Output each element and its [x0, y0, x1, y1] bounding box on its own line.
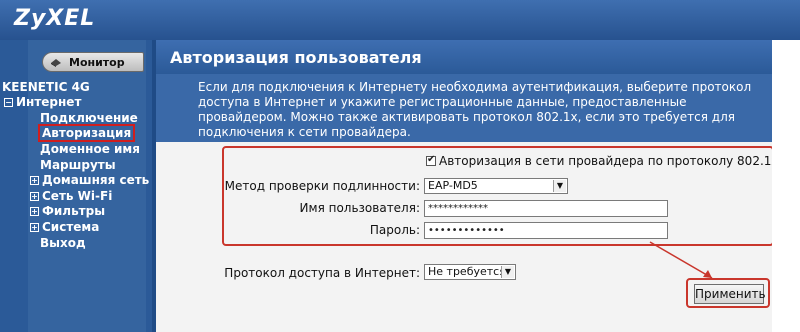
- sidebar-item-authorization[interactable]: Авторизация: [37, 124, 136, 142]
- device-name: KEENETIC 4G: [2, 80, 90, 94]
- collapse-icon: −: [4, 98, 13, 107]
- sidebar-item-label: Авторизация: [42, 126, 132, 140]
- sidebar-item-label: Интернет: [16, 95, 82, 109]
- right-margin: [772, 40, 800, 332]
- sidebar-item-label: Сеть Wi-Fi: [42, 189, 113, 203]
- brand-logo: ZyXEL: [14, 6, 96, 31]
- sidebar-item-label: Система: [42, 220, 100, 234]
- page-description: Если для подключения к Интернету необход…: [198, 80, 752, 139]
- sidebar-item-label: Выход: [40, 236, 86, 250]
- apply-button[interactable]: Применить: [694, 284, 766, 304]
- sidebar-item-system[interactable]: + Система: [30, 220, 99, 234]
- sidebar-item-label: Маршруты: [40, 158, 116, 172]
- sidebar-item-label: Подключение: [40, 111, 138, 125]
- page-title: Авторизация пользователя: [170, 48, 422, 67]
- expand-icon: +: [30, 207, 39, 216]
- sidebar-item-domain-name[interactable]: Доменное имя: [40, 142, 140, 156]
- sidebar-item-label: Доменное имя: [40, 142, 140, 156]
- sidebar-item-wifi[interactable]: + Сеть Wi-Fi: [30, 189, 112, 203]
- sidebar-item-home-network[interactable]: + Домашняя сеть: [30, 173, 149, 187]
- expand-icon: +: [30, 223, 39, 232]
- sidebar-item-routes[interactable]: Маршруты: [40, 158, 116, 172]
- expand-icon: +: [30, 192, 39, 201]
- sidebar-item-filters[interactable]: + Фильтры: [30, 204, 105, 218]
- top-bar: ZyXEL: [0, 0, 800, 40]
- monitor-label: Монитор: [69, 55, 125, 69]
- expand-icon: +: [30, 176, 39, 185]
- sidebar-item-logout[interactable]: Выход: [40, 236, 86, 250]
- sidebar: Монитор KEENETIC 4G − Интернет Подключени…: [0, 40, 152, 332]
- monitor-button[interactable]: Монитор: [42, 52, 144, 72]
- form-area: Авторизация в сети провайдера по протоко…: [156, 142, 779, 332]
- description-box: Если для подключения к Интернету необход…: [156, 74, 776, 142]
- sidebar-item-label: Домашняя сеть: [42, 173, 150, 187]
- pointer-arrow: [649, 241, 713, 279]
- sidebar-item-label: Фильтры: [42, 204, 106, 218]
- monitor-icon: [51, 59, 61, 67]
- main-panel: Авторизация пользователя Если для подклю…: [152, 40, 779, 332]
- sidebar-item-connection[interactable]: Подключение: [40, 111, 138, 125]
- title-bar: Авторизация пользователя: [156, 40, 776, 74]
- sidebar-item-internet[interactable]: − Интернет: [4, 95, 81, 109]
